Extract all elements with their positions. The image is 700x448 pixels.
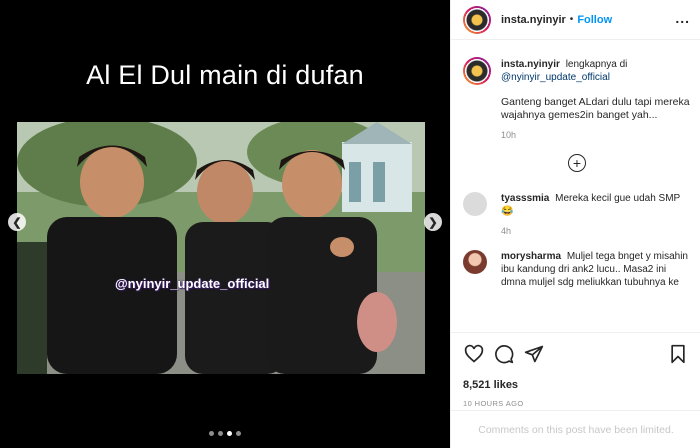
post-header: insta.nyinyir • Follow ... bbox=[451, 0, 700, 40]
header-separator: • bbox=[569, 14, 574, 25]
follow-button[interactable]: Follow bbox=[577, 14, 612, 26]
comment-username[interactable]: tyasssmia bbox=[501, 193, 549, 204]
carousel-dot bbox=[236, 431, 241, 436]
post-sidebar: insta.nyinyir • Follow ... insta.nyinyir… bbox=[450, 0, 700, 448]
carousel-dot bbox=[209, 431, 214, 436]
share-icon[interactable] bbox=[523, 343, 545, 365]
author-avatar[interactable] bbox=[463, 57, 491, 85]
load-more-comments[interactable]: + bbox=[463, 154, 691, 172]
carousel-dot-active bbox=[227, 431, 232, 436]
previous-arrow-icon[interactable]: ❮ bbox=[8, 213, 26, 231]
author-avatar[interactable] bbox=[463, 5, 491, 34]
commenter-avatar[interactable] bbox=[463, 192, 487, 216]
comment-username[interactable]: morysharma bbox=[501, 251, 561, 262]
comment-icon[interactable] bbox=[493, 343, 515, 365]
post-timestamp: 10 HOURS AGO bbox=[463, 399, 524, 408]
next-arrow-icon[interactable]: ❯ bbox=[424, 213, 442, 231]
likes-count[interactable]: 8,521 likes bbox=[463, 379, 689, 391]
instagram-post-viewer: Al El Dul main di dufan @nyinyir_update_… bbox=[0, 0, 700, 448]
post-media: Al El Dul main di dufan @nyinyir_update_… bbox=[0, 0, 450, 448]
video-caption-title: Al El Dul main di dufan bbox=[86, 60, 364, 90]
caption-comment: insta.nyinyir lengkapnya di @nyinyir_upd… bbox=[463, 57, 691, 140]
commenter-avatar[interactable] bbox=[463, 250, 487, 274]
plus-circle-icon[interactable]: + bbox=[568, 154, 586, 172]
post-actions: 8,521 likes 10 HOURS AGO bbox=[451, 332, 700, 408]
caption-mention-link[interactable]: @nyinyir_update_official bbox=[501, 72, 610, 83]
comment-item: morysharma Muljel tega bnget y misahin i… bbox=[463, 250, 691, 289]
author-username[interactable]: insta.nyinyir bbox=[501, 14, 566, 26]
bookmark-icon[interactable] bbox=[667, 343, 689, 365]
caption-username[interactable]: insta.nyinyir bbox=[501, 59, 560, 70]
comment-time: 4h bbox=[501, 226, 512, 236]
heart-icon[interactable] bbox=[463, 343, 485, 365]
comment-item: tyasssmia Mereka kecil gue udah SMP 😂 4h bbox=[463, 192, 691, 236]
comments-limited-notice: Comments on this post have been limited. bbox=[451, 410, 700, 448]
carousel-indicator bbox=[0, 431, 450, 436]
caption-prefix: lengkapnya di bbox=[565, 59, 628, 70]
caption-body: Ganteng banget ALdari dulu tapi mereka w… bbox=[501, 96, 690, 121]
caption-time: 10h bbox=[501, 130, 517, 140]
carousel-dot bbox=[218, 431, 223, 436]
more-options-icon[interactable]: ... bbox=[675, 10, 690, 26]
comments-list[interactable]: insta.nyinyir lengkapnya di @nyinyir_upd… bbox=[451, 41, 700, 331]
post-photo: @nyinyir_update_official bbox=[17, 122, 425, 374]
watermark-text: @nyinyir_update_official bbox=[115, 276, 270, 291]
